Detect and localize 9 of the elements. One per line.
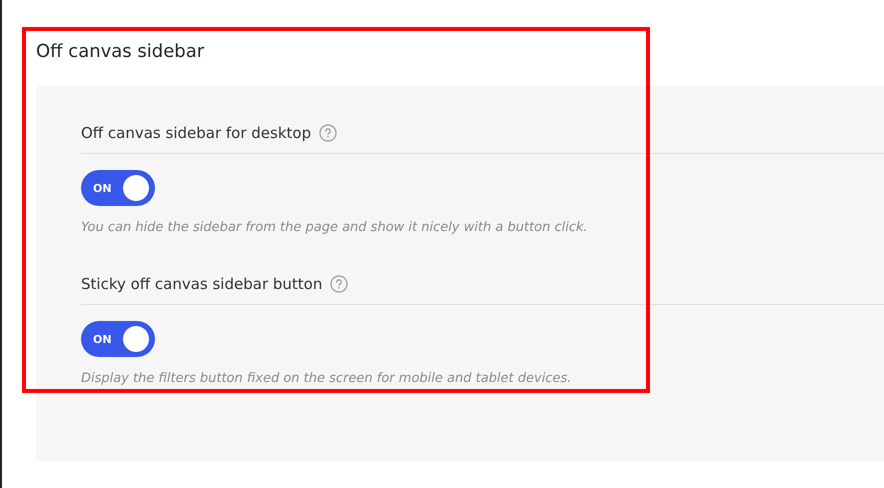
- toggle-switch[interactable]: ON: [81, 321, 155, 357]
- setting-description: You can hide the sidebar from the page and show it nicely with a button click.: [81, 220, 589, 235]
- setting-label: Off canvas sidebar for desktop: [81, 124, 312, 142]
- help-icon[interactable]: [319, 124, 338, 142]
- toggle-switch[interactable]: ON: [81, 170, 155, 206]
- section-title: Off canvas sidebar: [36, 40, 206, 64]
- help-icon[interactable]: [330, 275, 348, 293]
- setting-description: Display the filters button fixed on the screen for mobile and tablet devices.: [81, 371, 572, 386]
- setting-label: Sticky off canvas sidebar button: [81, 275, 322, 293]
